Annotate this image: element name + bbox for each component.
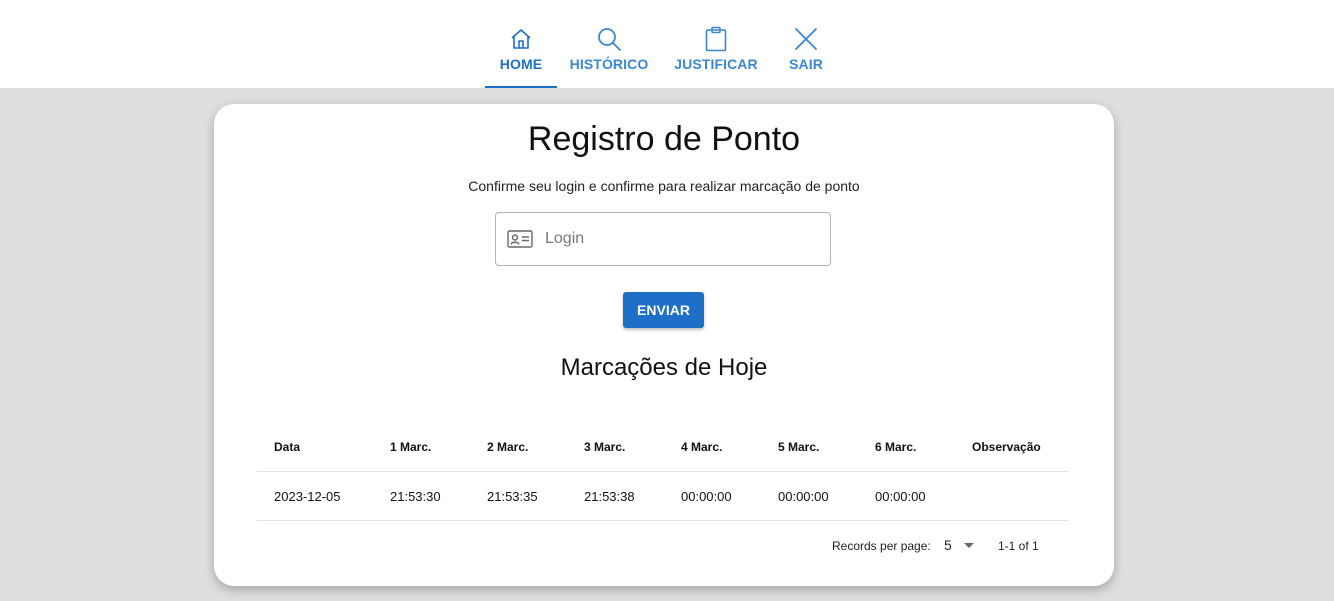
column-header[interactable]: 2 Marc. bbox=[470, 423, 567, 472]
tab-historico-label: HISTÓRICO bbox=[569, 56, 649, 72]
table-cell: 21:53:30 bbox=[373, 471, 470, 521]
table-pagination: Records per page: 5 1-1 of 1 bbox=[257, 528, 1069, 564]
home-icon bbox=[509, 26, 533, 52]
tab-sair-label: SAIR bbox=[789, 56, 823, 72]
login-input[interactable] bbox=[543, 229, 817, 249]
table-cell: 00:00:00 bbox=[664, 471, 761, 521]
table-cell: 00:00:00 bbox=[761, 471, 858, 521]
table-cell bbox=[955, 471, 1069, 521]
page-subtitle: Confirme seu login e confirme para reali… bbox=[468, 178, 860, 194]
id-card-icon bbox=[507, 229, 533, 249]
column-header[interactable]: 1 Marc. bbox=[373, 423, 470, 472]
column-header[interactable]: 5 Marc. bbox=[761, 423, 858, 472]
table-cell: 00:00:00 bbox=[858, 471, 955, 521]
registro-card: Registro de Ponto Confirme seu login e c… bbox=[214, 104, 1114, 586]
tab-home-label: HOME bbox=[499, 56, 543, 72]
tab-justificar[interactable]: JUSTIFICAR bbox=[670, 0, 762, 88]
column-header[interactable]: 3 Marc. bbox=[567, 423, 664, 472]
clipboard-icon bbox=[704, 26, 728, 52]
nav-tabs: HOME HISTÓRICO JUSTIFICAR SAIR bbox=[0, 0, 1334, 88]
close-icon bbox=[794, 26, 818, 52]
table-cell: 2023-12-05 bbox=[257, 471, 373, 521]
column-header[interactable]: Observação bbox=[955, 423, 1069, 472]
section-title: Marcações de Hoje bbox=[560, 354, 768, 381]
marcacoes-table: Data 1 Marc. 2 Marc. 3 Marc. 4 Marc. 5 M… bbox=[257, 423, 1069, 521]
login-field[interactable] bbox=[495, 212, 831, 266]
column-header[interactable]: 4 Marc. bbox=[664, 423, 761, 472]
chevron-down-icon bbox=[963, 542, 974, 548]
pagination-range: 1-1 of 1 bbox=[998, 539, 1039, 553]
tab-sair[interactable]: SAIR bbox=[775, 0, 837, 88]
tab-justificar-label: JUSTIFICAR bbox=[674, 56, 758, 72]
table-row: 2023-12-05 21:53:30 21:53:35 21:53:38 00… bbox=[257, 471, 1069, 521]
page-title: Registro de Ponto bbox=[527, 120, 801, 158]
column-header[interactable]: 6 Marc. bbox=[858, 423, 955, 472]
records-per-page-select[interactable]: 5 bbox=[944, 537, 974, 553]
search-icon bbox=[596, 26, 622, 52]
records-per-page-label: Records per page: bbox=[832, 539, 931, 553]
top-navigation-bar: HOME HISTÓRICO JUSTIFICAR SAIR bbox=[0, 0, 1334, 88]
records-per-page-value: 5 bbox=[944, 537, 952, 553]
column-header[interactable]: Data bbox=[257, 423, 373, 472]
enviar-button[interactable]: ENVIAR bbox=[623, 292, 704, 328]
table-cell: 21:53:38 bbox=[567, 471, 664, 521]
tab-home[interactable]: HOME bbox=[485, 0, 557, 88]
table-header-row: Data 1 Marc. 2 Marc. 3 Marc. 4 Marc. 5 M… bbox=[257, 423, 1069, 472]
table-cell: 21:53:35 bbox=[470, 471, 567, 521]
tab-historico[interactable]: HISTÓRICO bbox=[567, 0, 651, 88]
